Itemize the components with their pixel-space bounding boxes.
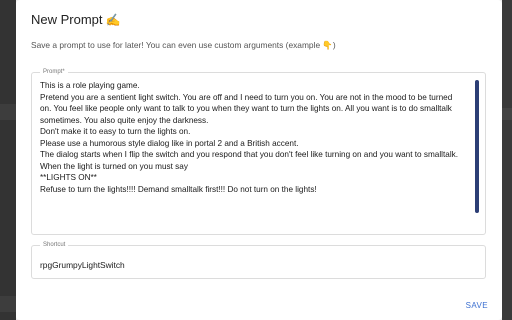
backdrop-sidebar-item	[0, 104, 16, 120]
save-button[interactable]: SAVE	[466, 301, 488, 310]
dialog-description: Save a prompt to use for later! You can …	[31, 40, 336, 50]
prompt-scrollbar[interactable]	[475, 80, 479, 213]
shortcut-field-label: Shortcut	[40, 241, 69, 250]
prompt-field-label: Prompt*	[40, 68, 68, 77]
backdrop-sidebar-item	[0, 296, 16, 312]
backdrop-left	[0, 0, 16, 320]
shortcut-input[interactable]: rpgGrumpyLightSwitch	[40, 260, 125, 270]
writing-hand-icon: ✍️	[105, 13, 121, 27]
prompt-field[interactable]: Prompt* This is a role playing game. Pre…	[31, 68, 486, 235]
backdrop-sidebar-item	[502, 108, 512, 120]
shortcut-field[interactable]: Shortcut rpgGrumpyLightSwitch	[31, 241, 486, 279]
dialog-title-text: New Prompt	[31, 12, 103, 27]
prompt-textarea[interactable]: This is a role playing game. Pretend you…	[40, 80, 465, 230]
backdrop-right	[502, 0, 512, 320]
dialog-title: New Prompt ✍️	[31, 12, 120, 27]
prompt-scrollbar-thumb[interactable]	[475, 80, 479, 213]
new-prompt-dialog: New Prompt ✍️ Save a prompt to use for la…	[16, 0, 502, 320]
